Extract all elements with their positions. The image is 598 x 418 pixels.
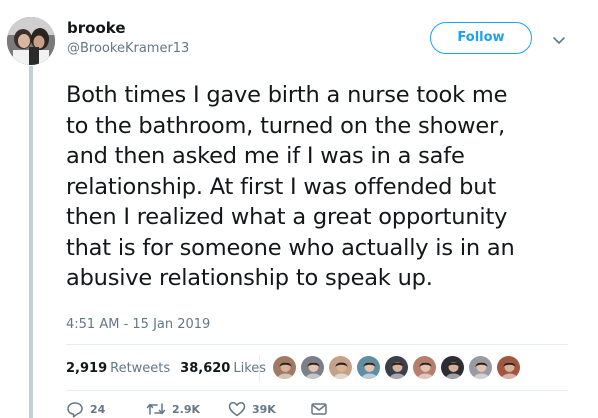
divider xyxy=(66,344,568,345)
divider xyxy=(66,390,568,391)
liker-avatar[interactable] xyxy=(440,355,465,380)
liker-avatar[interactable] xyxy=(412,355,437,380)
liker-avatar[interactable] xyxy=(356,355,381,380)
follow-button[interactable]: Follow xyxy=(430,22,532,54)
likes-count: 38,620 xyxy=(180,361,231,376)
reply-icon xyxy=(67,402,83,418)
likes-stat[interactable]: 38,620 Likes xyxy=(180,361,266,376)
retweet-count: 2.9K xyxy=(172,402,201,416)
user-avatar-icon xyxy=(301,356,324,379)
user-avatar-icon xyxy=(357,356,380,379)
user-avatar-icon xyxy=(497,356,520,379)
user-avatar-icon xyxy=(385,356,408,379)
user-avatar-icon xyxy=(469,356,492,379)
retweets-stat[interactable]: 2,919 Retweets xyxy=(66,361,170,376)
author-name[interactable]: brooke xyxy=(67,19,126,37)
retweet-button[interactable]: 2.9K xyxy=(146,401,200,417)
author-handle[interactable]: @BrookeKramer13 xyxy=(67,41,189,56)
reply-count: 24 xyxy=(90,403,106,416)
direct-message-button[interactable] xyxy=(310,401,328,417)
liker-avatar[interactable] xyxy=(328,355,353,380)
stats-separator xyxy=(259,355,260,382)
liker-avatar[interactable] xyxy=(468,355,493,380)
user-avatar-icon xyxy=(273,356,296,379)
tweet-text: Both times I gave birth a nurse took me … xyxy=(66,82,515,291)
like-count: 39K xyxy=(252,402,276,416)
retweets-count: 2,919 xyxy=(66,361,108,376)
chevron-down-icon[interactable] xyxy=(551,32,567,44)
retweets-label: Retweets xyxy=(110,361,171,376)
envelope-icon xyxy=(311,403,327,415)
user-avatar-icon xyxy=(329,356,352,379)
liker-avatar[interactable] xyxy=(384,355,409,380)
heart-icon xyxy=(228,401,246,417)
liker-avatar[interactable] xyxy=(272,355,297,380)
tweet-actions: 24 2.9K 39K xyxy=(66,401,426,418)
thread-line xyxy=(29,66,33,418)
liker-avatar[interactable] xyxy=(300,355,325,380)
tweet-page: brooke @BrookeKramer13 Follow Both times… xyxy=(0,0,598,418)
retweet-icon xyxy=(146,403,166,415)
user-avatar-icon xyxy=(413,356,436,379)
liker-avatar[interactable] xyxy=(496,355,521,380)
tweet-stats: 2,919 Retweets 38,620 Likes xyxy=(66,361,266,376)
like-button[interactable]: 39K xyxy=(228,401,276,417)
liked-by-avatars xyxy=(272,355,524,381)
author-avatar[interactable] xyxy=(7,17,55,65)
user-avatar-icon xyxy=(441,356,464,379)
reply-button[interactable]: 24 xyxy=(66,401,105,418)
likes-label: Likes xyxy=(233,361,267,376)
tweet-timestamp[interactable]: 4:51 AM - 15 Jan 2019 xyxy=(66,317,210,332)
